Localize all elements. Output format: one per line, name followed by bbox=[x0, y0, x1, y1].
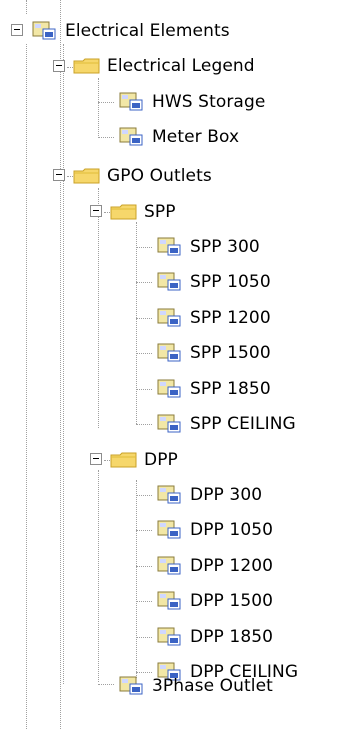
tree-guide-line bbox=[136, 389, 152, 390]
tree-guide-line bbox=[98, 102, 114, 103]
collapse-toggle-gpo-outlets[interactable] bbox=[53, 169, 65, 181]
tree-node-spp-1200[interactable]: SPP 1200 bbox=[156, 304, 271, 332]
tree-node-dpp-1850[interactable]: DPP 1850 bbox=[156, 623, 273, 651]
tree-node-label: SPP 1050 bbox=[190, 272, 271, 292]
electrical-elements-tree: Electrical Elements Electrical Legend HW… bbox=[0, 0, 345, 729]
electrical-element-icon bbox=[156, 484, 184, 506]
tree-guide-line bbox=[136, 495, 152, 496]
tree-guide-line bbox=[60, 0, 61, 729]
electrical-element-icon bbox=[156, 236, 184, 258]
tree-node-label: Electrical Elements bbox=[65, 21, 230, 41]
tree-node-electrical-elements[interactable]: Electrical Elements bbox=[31, 17, 230, 45]
collapse-toggle-electrical-elements[interactable] bbox=[11, 24, 23, 36]
tree-guide-line bbox=[136, 601, 152, 602]
tree-guide-line bbox=[136, 353, 152, 354]
electrical-element-icon bbox=[156, 626, 184, 648]
tree-guide-line bbox=[136, 424, 152, 425]
electrical-element-icon bbox=[118, 675, 146, 697]
tree-node-label: 3Phase Outlet bbox=[152, 676, 273, 696]
collapse-toggle-spp[interactable] bbox=[90, 205, 102, 217]
folder-icon bbox=[110, 449, 138, 471]
tree-node-label: SPP 1850 bbox=[190, 379, 271, 399]
tree-guide-line bbox=[26, 44, 27, 729]
tree-node-gpo-outlets[interactable]: GPO Outlets bbox=[73, 162, 212, 190]
tree-node-meter-box[interactable]: Meter Box bbox=[118, 123, 239, 151]
tree-node-label: DPP 1200 bbox=[190, 556, 274, 576]
tree-guide-line bbox=[136, 318, 152, 319]
tree-node-label: DPP bbox=[144, 450, 178, 470]
tree-node-3phase-outlet[interactable]: 3Phase Outlet bbox=[118, 672, 273, 700]
tree-node-spp-1500[interactable]: SPP 1500 bbox=[156, 339, 271, 367]
electrical-element-icon bbox=[156, 555, 184, 577]
tree-guide-line bbox=[98, 684, 114, 685]
tree-guide-line bbox=[136, 282, 152, 283]
tree-node-spp-ceiling[interactable]: SPP CEILING bbox=[156, 410, 296, 438]
tree-node-label: SPP 300 bbox=[190, 237, 260, 257]
tree-guide-line bbox=[98, 470, 99, 682]
tree-node-spp-300[interactable]: SPP 300 bbox=[156, 233, 260, 261]
tree-node-label: SPP CEILING bbox=[190, 414, 296, 434]
tree-node-dpp-1500[interactable]: DPP 1500 bbox=[156, 587, 273, 615]
tree-node-dpp-1050[interactable]: DPP 1050 bbox=[156, 516, 273, 544]
tree-guide-line bbox=[136, 637, 152, 638]
folder-icon bbox=[110, 201, 138, 223]
tree-node-spp[interactable]: SPP bbox=[110, 198, 176, 226]
tree-guide-line bbox=[136, 480, 137, 678]
folder-icon bbox=[73, 55, 101, 77]
tree-node-dpp-300[interactable]: DPP 300 bbox=[156, 481, 262, 509]
tree-node-spp-1050[interactable]: SPP 1050 bbox=[156, 268, 271, 296]
tree-guide-line bbox=[136, 566, 152, 567]
tree-node-label: Meter Box bbox=[152, 127, 240, 147]
tree-guide-line bbox=[136, 530, 152, 531]
electrical-element-icon bbox=[118, 91, 146, 113]
tree-node-label: SPP 1200 bbox=[190, 308, 271, 328]
electrical-element-icon bbox=[156, 378, 184, 400]
electrical-element-icon bbox=[156, 590, 184, 612]
tree-node-label: SPP bbox=[144, 202, 176, 222]
tree-guide-line bbox=[136, 222, 137, 424]
electrical-element-icon bbox=[31, 20, 59, 42]
tree-node-dpp-1200[interactable]: DPP 1200 bbox=[156, 552, 273, 580]
tree-node-label: DPP 300 bbox=[190, 485, 263, 505]
tree-guide-line bbox=[136, 247, 152, 248]
tree-node-label: HWS Storage bbox=[152, 92, 266, 112]
tree-node-electrical-legend[interactable]: Electrical Legend bbox=[73, 52, 255, 80]
tree-node-label: DPP 1850 bbox=[190, 627, 274, 647]
electrical-element-icon bbox=[156, 342, 184, 364]
tree-node-hws-storage[interactable]: HWS Storage bbox=[118, 88, 265, 116]
tree-node-label: SPP 1500 bbox=[190, 343, 271, 363]
collapse-toggle-dpp[interactable] bbox=[90, 453, 102, 465]
folder-icon bbox=[73, 165, 101, 187]
tree-node-label: DPP 1500 bbox=[190, 591, 274, 611]
tree-guide-line bbox=[26, 0, 27, 14]
tree-node-label: DPP 1050 bbox=[190, 520, 274, 540]
tree-guide-line bbox=[98, 78, 99, 138]
tree-guide-line bbox=[63, 44, 64, 684]
electrical-element-icon bbox=[156, 307, 184, 329]
electrical-element-icon bbox=[156, 413, 184, 435]
collapse-toggle-electrical-legend[interactable] bbox=[53, 60, 65, 72]
electrical-element-icon bbox=[118, 126, 146, 148]
tree-node-label: Electrical Legend bbox=[107, 56, 255, 76]
electrical-element-icon bbox=[156, 271, 184, 293]
tree-node-label: GPO Outlets bbox=[107, 166, 212, 186]
tree-node-spp-1850[interactable]: SPP 1850 bbox=[156, 375, 271, 403]
tree-guide-line bbox=[98, 188, 99, 428]
electrical-element-icon bbox=[156, 519, 184, 541]
tree-guide-line bbox=[98, 137, 114, 138]
tree-node-dpp[interactable]: DPP bbox=[110, 446, 178, 474]
